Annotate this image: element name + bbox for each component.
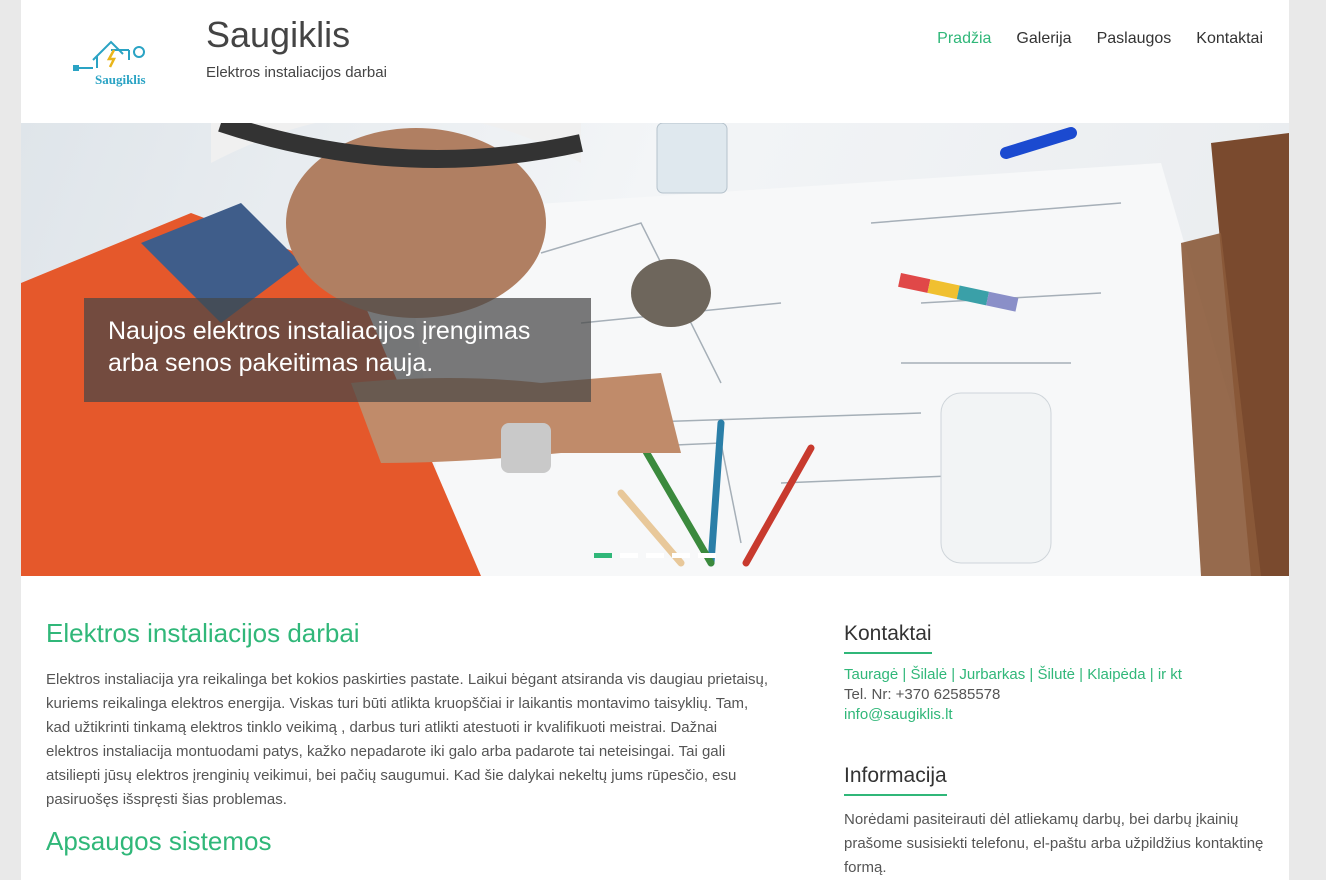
nav-item-pradzia[interactable]: Pradžia	[937, 29, 991, 49]
slider-dot-2[interactable]	[620, 553, 638, 558]
info-widget-title: Informacija	[844, 764, 947, 796]
contact-phone: Tel. Nr: +370 62585578	[844, 686, 1001, 703]
main-nav: Pradžia Galerija Paslaugos Kontaktai	[912, 29, 1263, 49]
slider-dot-4[interactable]	[672, 553, 690, 558]
page: Saugiklis Saugiklis Elektros instaliacij…	[21, 0, 1289, 880]
info-text: Norėdami pasiteirauti dėl atliekamų darb…	[844, 811, 1264, 876]
site-logo[interactable]: Saugiklis	[71, 30, 161, 92]
contact-email-link[interactable]: info@saugiklis.lt	[844, 706, 953, 723]
caption-line-2: arba senos pakeitimas nauja.	[108, 349, 434, 377]
nav-item-kontaktai[interactable]: Kontaktai	[1196, 29, 1263, 49]
site-description: Elektros instaliacijos darbai	[206, 64, 387, 81]
slider-caption: Naujos elektros instaliacijos įrengimas …	[84, 298, 591, 402]
slider-dot-3[interactable]	[646, 553, 664, 558]
slider-dot-1[interactable]	[594, 553, 612, 558]
main-title: Elektros instaliacijos darbai	[46, 618, 360, 648]
logo-text: Saugiklis	[95, 72, 146, 87]
slider-pager	[594, 553, 716, 558]
hero-slider[interactable]: Naujos elektros instaliacijos įrengimas …	[21, 123, 1289, 576]
nav-item-paslaugos[interactable]: Paslaugos	[1097, 29, 1172, 49]
contacts-widget-title: Kontaktai	[844, 622, 932, 654]
contact-locations-link[interactable]: Tauragė | Šilalė | Jurbarkas | Šilutė | …	[844, 666, 1182, 683]
site-title[interactable]: Saugiklis	[206, 14, 350, 56]
site-header: Saugiklis Saugiklis Elektros instaliacij…	[21, 0, 1289, 123]
caption-line-1: Naujos elektros instaliacijos įrengimas	[108, 317, 531, 345]
slider-dot-5[interactable]	[698, 553, 716, 558]
main-text: Elektros instaliacija yra reikalinga bet…	[46, 671, 769, 808]
nav-item-galerija[interactable]: Galerija	[1016, 29, 1071, 49]
section-title-apsaugos: Apsaugos sistemos	[46, 826, 272, 856]
